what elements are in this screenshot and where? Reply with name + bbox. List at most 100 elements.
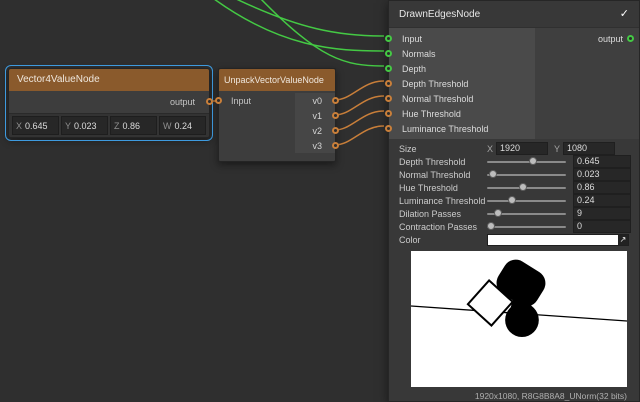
color-field[interactable]: ↗ bbox=[487, 234, 629, 246]
prop-row-dilation-passes: Dilation Passes 9 bbox=[389, 207, 639, 220]
size-y-field[interactable]: 1080 bbox=[563, 142, 615, 155]
color-label: Color bbox=[399, 235, 485, 245]
normal-threshold-port[interactable] bbox=[385, 95, 392, 102]
output-port[interactable] bbox=[627, 35, 634, 42]
port-label: Depth Threshold bbox=[402, 79, 468, 89]
slider-label: Normal Threshold bbox=[399, 170, 485, 180]
port-row-depth: Depth bbox=[389, 61, 535, 76]
wire-to-normals[interactable] bbox=[210, 0, 384, 51]
vector-field-y[interactable]: Y 0.023 bbox=[61, 116, 108, 135]
vector-field-x[interactable]: X 0.645 bbox=[12, 116, 59, 135]
node-title[interactable]: Vector4ValueNode bbox=[9, 69, 209, 91]
luminance-threshold-slider[interactable] bbox=[487, 194, 566, 207]
port-label: Hue Threshold bbox=[402, 109, 461, 119]
check-icon[interactable]: ✓ bbox=[620, 9, 629, 20]
port-row-normal-threshold: Normal Threshold bbox=[389, 91, 535, 106]
depth-threshold-slider[interactable] bbox=[487, 155, 566, 168]
node-vector4valuenode[interactable]: Vector4ValueNode output X 0.645 Y 0.023 … bbox=[8, 68, 210, 138]
luminance-threshold-port[interactable] bbox=[385, 125, 392, 132]
contraction-passes-slider[interactable] bbox=[487, 220, 566, 233]
input-port[interactable] bbox=[385, 35, 392, 42]
properties-section: Size X 1920 Y 1080 Depth Threshold 0.645… bbox=[389, 139, 639, 246]
dilation-passes-value[interactable]: 9 bbox=[573, 207, 631, 220]
input-port[interactable] bbox=[215, 97, 222, 104]
edge-render-preview bbox=[411, 251, 627, 387]
output-row: output bbox=[9, 91, 209, 113]
output-row-v0: v0 bbox=[295, 93, 335, 108]
size-y-label: Y bbox=[554, 144, 560, 154]
port-label: Normal Threshold bbox=[402, 94, 473, 104]
field-label: X bbox=[13, 121, 25, 131]
depth-threshold-value[interactable]: 0.645 bbox=[573, 155, 631, 168]
port-label: Luminance Threshold bbox=[402, 124, 488, 134]
wire-to-depth[interactable] bbox=[258, 0, 384, 66]
output-port-label: v1 bbox=[312, 111, 322, 121]
depth-threshold-port[interactable] bbox=[385, 80, 392, 87]
slider-track[interactable] bbox=[487, 161, 566, 163]
output-port-label: v2 bbox=[312, 126, 322, 136]
output-row-v3: v3 bbox=[295, 138, 335, 153]
node-drawnedgesnode[interactable]: DrawnEdgesNode ✓ Input Normals Depth bbox=[388, 0, 640, 402]
normal-threshold-value[interactable]: 0.023 bbox=[573, 168, 631, 181]
contraction-passes-value[interactable]: 0 bbox=[573, 220, 631, 233]
depth-port[interactable] bbox=[385, 65, 392, 72]
node-body: Input v0 v1 v2 v3 bbox=[219, 91, 335, 161]
slider-handle[interactable] bbox=[508, 196, 516, 204]
output-port-label: output bbox=[170, 97, 195, 107]
output-port-label: v3 bbox=[312, 141, 322, 151]
prop-row-contraction-passes: Contraction Passes 0 bbox=[389, 220, 639, 233]
port-row-hue-threshold: Hue Threshold bbox=[389, 106, 535, 121]
port-label: Depth bbox=[402, 64, 426, 74]
v2-port[interactable] bbox=[332, 127, 339, 134]
slider-track[interactable] bbox=[487, 226, 566, 228]
node-graph-canvas[interactable]: Vector4ValueNode output X 0.645 Y 0.023 … bbox=[0, 0, 640, 402]
node-title[interactable]: UnpackVectorValueNode bbox=[219, 69, 335, 91]
dilation-passes-slider[interactable] bbox=[487, 207, 566, 220]
slider-handle[interactable] bbox=[519, 183, 527, 191]
prop-row-depth-threshold: Depth Threshold 0.645 bbox=[389, 155, 639, 168]
field-value: 0.645 bbox=[25, 121, 48, 131]
size-x-field[interactable]: 1920 bbox=[496, 142, 548, 155]
field-label: W bbox=[160, 121, 175, 131]
normal-threshold-slider[interactable] bbox=[487, 168, 566, 181]
node-unpackvectorvaluenode[interactable]: UnpackVectorValueNode Input v0 v1 v2 v3 bbox=[218, 68, 336, 162]
slider-handle[interactable] bbox=[494, 209, 502, 217]
slider-handle[interactable] bbox=[529, 157, 537, 165]
expand-icon: ↗ bbox=[618, 235, 628, 245]
size-label: Size bbox=[399, 144, 485, 154]
panel-title: DrawnEdgesNode bbox=[399, 9, 480, 20]
output-port[interactable] bbox=[206, 98, 213, 105]
hue-threshold-value[interactable]: 0.86 bbox=[573, 181, 631, 194]
vector-field-w[interactable]: W 0.24 bbox=[159, 116, 206, 135]
input-port-label: Input bbox=[231, 96, 251, 106]
panel-header[interactable]: DrawnEdgesNode ✓ bbox=[389, 1, 639, 28]
v1-port[interactable] bbox=[332, 112, 339, 119]
slider-handle[interactable] bbox=[489, 170, 497, 178]
size-x-label: X bbox=[487, 144, 493, 154]
field-value: 0.24 bbox=[175, 121, 193, 131]
luminance-threshold-value[interactable]: 0.24 bbox=[573, 194, 631, 207]
slider-track[interactable] bbox=[487, 174, 566, 176]
v0-port[interactable] bbox=[332, 97, 339, 104]
hue-threshold-port[interactable] bbox=[385, 110, 392, 117]
v3-port[interactable] bbox=[332, 142, 339, 149]
size-row: Size X 1920 Y 1080 bbox=[389, 142, 639, 155]
color-row: Color ↗ bbox=[389, 233, 639, 246]
ports-section: Input Normals Depth Depth Threshold Norm… bbox=[389, 28, 639, 139]
vector-field-z[interactable]: Z 0.86 bbox=[110, 116, 157, 135]
slider-handle[interactable] bbox=[487, 222, 495, 230]
slider-label: Depth Threshold bbox=[399, 157, 485, 167]
input-ports-column: Input Normals Depth Depth Threshold Norm… bbox=[389, 28, 535, 139]
wire-to-input[interactable] bbox=[230, 0, 384, 36]
output-row: output bbox=[535, 31, 639, 46]
output-port-label: output bbox=[598, 34, 623, 44]
slider-track[interactable] bbox=[487, 200, 566, 202]
prop-row-hue-threshold: Hue Threshold 0.86 bbox=[389, 181, 639, 194]
normals-port[interactable] bbox=[385, 50, 392, 57]
output-row-v1: v1 bbox=[295, 108, 335, 123]
slider-label: Dilation Passes bbox=[399, 209, 485, 219]
port-label: Input bbox=[402, 34, 422, 44]
slider-label: Luminance Threshold bbox=[399, 196, 485, 206]
hue-threshold-slider[interactable] bbox=[487, 181, 566, 194]
prop-row-normal-threshold: Normal Threshold 0.023 bbox=[389, 168, 639, 181]
